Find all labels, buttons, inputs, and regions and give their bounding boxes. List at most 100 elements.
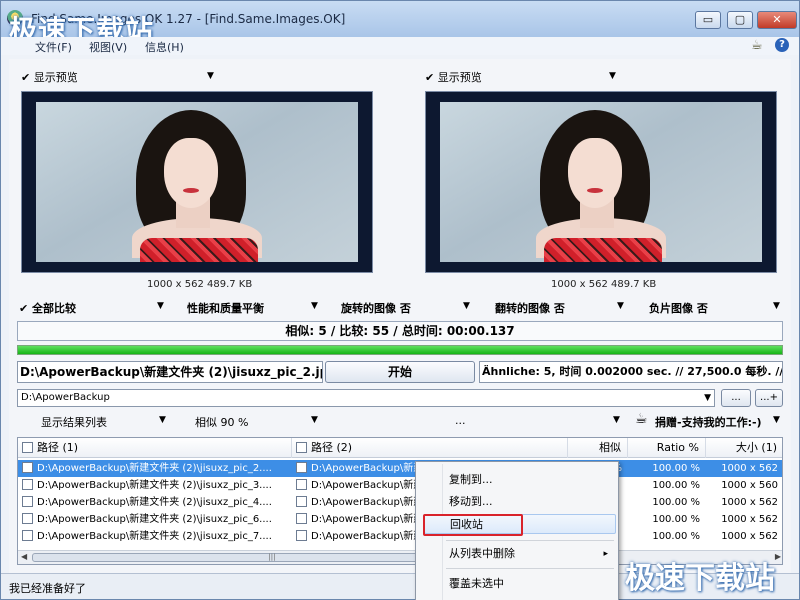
chevron-down-icon[interactable]: ▼ (311, 415, 318, 425)
rotated-images-select[interactable]: 旋转的图像 否 (341, 300, 411, 316)
current-file-path: D:\ApowerBackup\新建文件夹 (2)\jisuxz_pic_2.j… (17, 361, 323, 383)
chevron-down-icon[interactable]: ▼ (157, 301, 164, 311)
cell-text: D:\ApowerBackup\新建文件夹 (2)\jisuxz_pic_6..… (37, 514, 272, 525)
chevron-down-icon[interactable]: ▼ (773, 415, 780, 425)
table-row[interactable]: D:\ApowerBackup\新建文件夹 (2)\jisuxz_pic_6..… (18, 511, 782, 528)
add-folder-button[interactable]: ...+ (755, 389, 783, 407)
preview-toggle-right[interactable]: ✔ 显示预览 (425, 69, 482, 85)
table-cell-ratio: 100.00 % (628, 460, 706, 477)
cell-text: D:\ApowerBackup\新建 (311, 480, 424, 491)
compare-options: ✔ 全部比较 ▼ 性能和质量平衡 ▼ 旋转的图像 否 ▼ 翻转的图像 否 ▼ 负… (9, 299, 791, 315)
similarity-select[interactable]: 相似 90 % (195, 414, 248, 430)
select-all-checkbox[interactable] (22, 442, 33, 453)
column-ratio[interactable]: Ratio % (628, 438, 706, 458)
chevron-down-icon[interactable]: ▼ (463, 301, 470, 311)
cell-text: D:\ApowerBackup\新建 (311, 514, 424, 525)
folder-select-value: D:\ApowerBackup (21, 392, 110, 403)
scroll-left-icon[interactable]: ◀ (21, 552, 27, 561)
scroll-right-icon[interactable]: ▶ (775, 552, 781, 561)
preview-image-right (425, 91, 777, 273)
menu-copy-to[interactable]: 复制到... (416, 470, 618, 490)
cell-text: D:\ApowerBackup\新建文件夹 (2)\jisuxz_pic_4..… (37, 497, 272, 508)
flipped-images-select[interactable]: 翻转的图像 否 (495, 300, 565, 316)
cell-text: D:\ApowerBackup\新建文件夹 (2)\jisuxz_pic_3..… (37, 480, 272, 491)
menu-separator (446, 540, 614, 541)
menu-remove-from-list[interactable]: 从列表中删除 ▸ (416, 544, 618, 564)
row-checkbox[interactable] (296, 530, 307, 541)
table-row[interactable]: D:\ApowerBackup\新建文件夹 (2)\jisuxz_pic_2..… (18, 460, 782, 477)
chevron-down-icon[interactable]: ▼ (617, 301, 624, 311)
menu-view[interactable]: 视图(V) (89, 39, 127, 55)
table-row[interactable]: D:\ApowerBackup\新建文件夹 (2)\jisuxz_pic_7..… (18, 528, 782, 545)
preview-toggle-left-label: 显示预览 (33, 71, 78, 84)
column-path-2[interactable]: 路径 (2) (292, 438, 568, 458)
chevron-down-icon[interactable]: ▼ (159, 415, 166, 425)
cell-text: 100.00 % (652, 463, 700, 474)
select-all-checkbox-2[interactable] (296, 442, 307, 453)
photo-face (568, 138, 622, 208)
column-path-1[interactable]: 路径 (1) (18, 438, 292, 458)
watermark-bottom: 极速下载站 (625, 561, 775, 596)
photo-face (164, 138, 218, 208)
menu-bar: 文件(F) 视图(V) 信息(H) ☕ ? (1, 37, 799, 55)
row-checkbox[interactable] (296, 513, 307, 524)
title-bar[interactable]: Find.Same.Images.OK 1.27 - [Find.Same.Im… (1, 1, 799, 47)
chevron-down-icon[interactable]: ▼ (704, 390, 711, 406)
row-checkbox[interactable] (22, 530, 33, 541)
column-size[interactable]: 大小 (1) (706, 438, 782, 458)
folder-select[interactable]: D:\ApowerBackup ▼ (17, 389, 715, 407)
column-similar[interactable]: 相似 (568, 438, 628, 458)
row-checkbox[interactable] (22, 462, 33, 473)
maximize-button[interactable]: ▢ (727, 11, 753, 29)
cell-text: D:\ApowerBackup\新建 (311, 531, 424, 542)
start-button[interactable]: 开始 (325, 361, 475, 383)
column-path-1-label: 路径 (1) (37, 441, 79, 454)
row-checkbox[interactable] (22, 513, 33, 524)
row-checkbox[interactable] (296, 462, 307, 473)
browse-folder-button[interactable]: ... (721, 389, 751, 407)
table-cell-path1: D:\ApowerBackup\新建文件夹 (2)\jisuxz_pic_6..… (20, 511, 292, 528)
preview-toggle-left[interactable]: ✔ 显示预览 (21, 69, 78, 85)
photo-right (440, 102, 762, 262)
cell-text: D:\ApowerBackup\新建 (311, 497, 424, 508)
result-list-select[interactable]: 显示结果列表 (41, 414, 107, 430)
table-cell-ratio: 100.00 % (628, 494, 706, 511)
chevron-down-icon[interactable]: ▼ (311, 301, 318, 311)
preview-toggle-right-label: 显示预览 (437, 71, 482, 84)
chevron-down-icon[interactable]: ▼ (613, 415, 620, 425)
table-cell-ratio: 100.00 % (628, 528, 706, 545)
table-cell-path1: D:\ApowerBackup\新建文件夹 (2)\jisuxz_pic_4..… (20, 494, 292, 511)
photo-lips (587, 188, 603, 193)
menu-info[interactable]: 信息(H) (145, 39, 184, 55)
compare-all-toggle[interactable]: ✔ 全部比较 (19, 300, 76, 316)
cell-text: 100.00 % (652, 497, 700, 508)
help-icon[interactable]: ? (775, 38, 789, 52)
scan-status-info: Ähnliche: 5, 时间 0.002000 sec. // 27,500.… (479, 361, 783, 383)
menu-move-to[interactable]: 移动到... (416, 492, 618, 512)
menu-file[interactable]: 文件(F) (35, 39, 72, 55)
row-checkbox[interactable] (22, 479, 33, 490)
close-button[interactable]: ✕ (757, 11, 797, 29)
extra-filter-select[interactable]: ... (455, 414, 466, 427)
row-checkbox[interactable] (296, 479, 307, 490)
chevron-down-icon[interactable]: ▼ (207, 71, 214, 81)
row-checkbox[interactable] (296, 496, 307, 507)
donate-coffee-icon[interactable]: ☕ (635, 411, 648, 427)
quality-balance-select[interactable]: 性能和质量平衡 (187, 300, 264, 316)
donate-link[interactable]: 捐赠-支持我的工作:-) (655, 414, 762, 430)
image-info-left: 1000 x 562 489.7 KB (147, 279, 253, 290)
menu-override-unselected[interactable]: 覆盖未选中 (416, 574, 618, 594)
chevron-down-icon[interactable]: ▼ (773, 301, 780, 311)
negative-images-select[interactable]: 负片图像 否 (649, 300, 708, 316)
coffee-icon[interactable]: ☕ (751, 38, 763, 53)
table-cell-size: 1000 x 562 (706, 528, 782, 545)
cell-text: 100.00 % (652, 480, 700, 491)
row-checkbox[interactable] (22, 496, 33, 507)
table-row[interactable]: D:\ApowerBackup\新建文件夹 (2)\jisuxz_pic_4..… (18, 494, 782, 511)
chevron-down-icon[interactable]: ▼ (609, 71, 616, 81)
cell-text: 1000 x 562 (721, 531, 778, 542)
minimize-button[interactable]: ▭ (695, 11, 721, 29)
table-row[interactable]: D:\ApowerBackup\新建文件夹 (2)\jisuxz_pic_3..… (18, 477, 782, 494)
annotation-highlight-box (423, 514, 523, 536)
column-path-2-label: 路径 (2) (311, 441, 353, 454)
